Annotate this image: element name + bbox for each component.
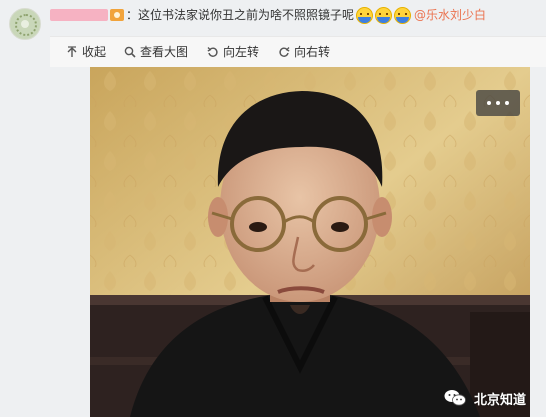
comment-line: F ：这位书法家说你丑之前为啥不照照镜子呢 @乐水刘少白	[50, 6, 486, 24]
post-photo[interactable]: 北京知道	[90, 67, 530, 417]
search-icon	[124, 46, 136, 58]
commenter-username[interactable]: F	[50, 9, 108, 21]
rotate-left-icon	[207, 47, 218, 57]
portrait-photo	[90, 67, 530, 417]
wechat-icon	[444, 390, 466, 406]
more-dot	[496, 101, 500, 105]
more-dot	[487, 101, 491, 105]
commenter-avatar[interactable]	[9, 8, 41, 40]
view-large-label: 查看大图	[140, 45, 189, 59]
image-toolbar: 收起 查看大图 向左转 向右转	[50, 36, 546, 67]
avatar-center-graphic	[21, 20, 29, 28]
collapse-button[interactable]: 收起	[66, 44, 106, 60]
doge-emoji-icon	[375, 6, 393, 24]
mention-link[interactable]: @乐水刘少白	[414, 6, 486, 24]
vip-badge-icon	[110, 9, 124, 21]
watermark-text: 北京知道	[473, 392, 526, 408]
doge-emoji-icon	[356, 6, 374, 24]
view-large-button[interactable]: 查看大图	[124, 44, 188, 60]
arrow-up-icon	[67, 46, 77, 57]
rotate-left-label: 向左转	[223, 45, 260, 59]
more-dot	[505, 101, 509, 105]
collapse-label: 收起	[82, 45, 107, 59]
rotate-right-label: 向右转	[294, 45, 331, 59]
more-options-button[interactable]	[476, 90, 520, 116]
comment-text: ：这位书法家说你丑之前为啥不照照镜子呢	[126, 8, 355, 22]
doge-emoji-icon	[394, 6, 412, 24]
rotate-left-button[interactable]: 向左转	[207, 44, 259, 60]
rotate-right-button[interactable]: 向右转	[278, 44, 330, 60]
rotate-right-icon	[279, 47, 290, 57]
watermark: 北京知道	[444, 387, 526, 409]
